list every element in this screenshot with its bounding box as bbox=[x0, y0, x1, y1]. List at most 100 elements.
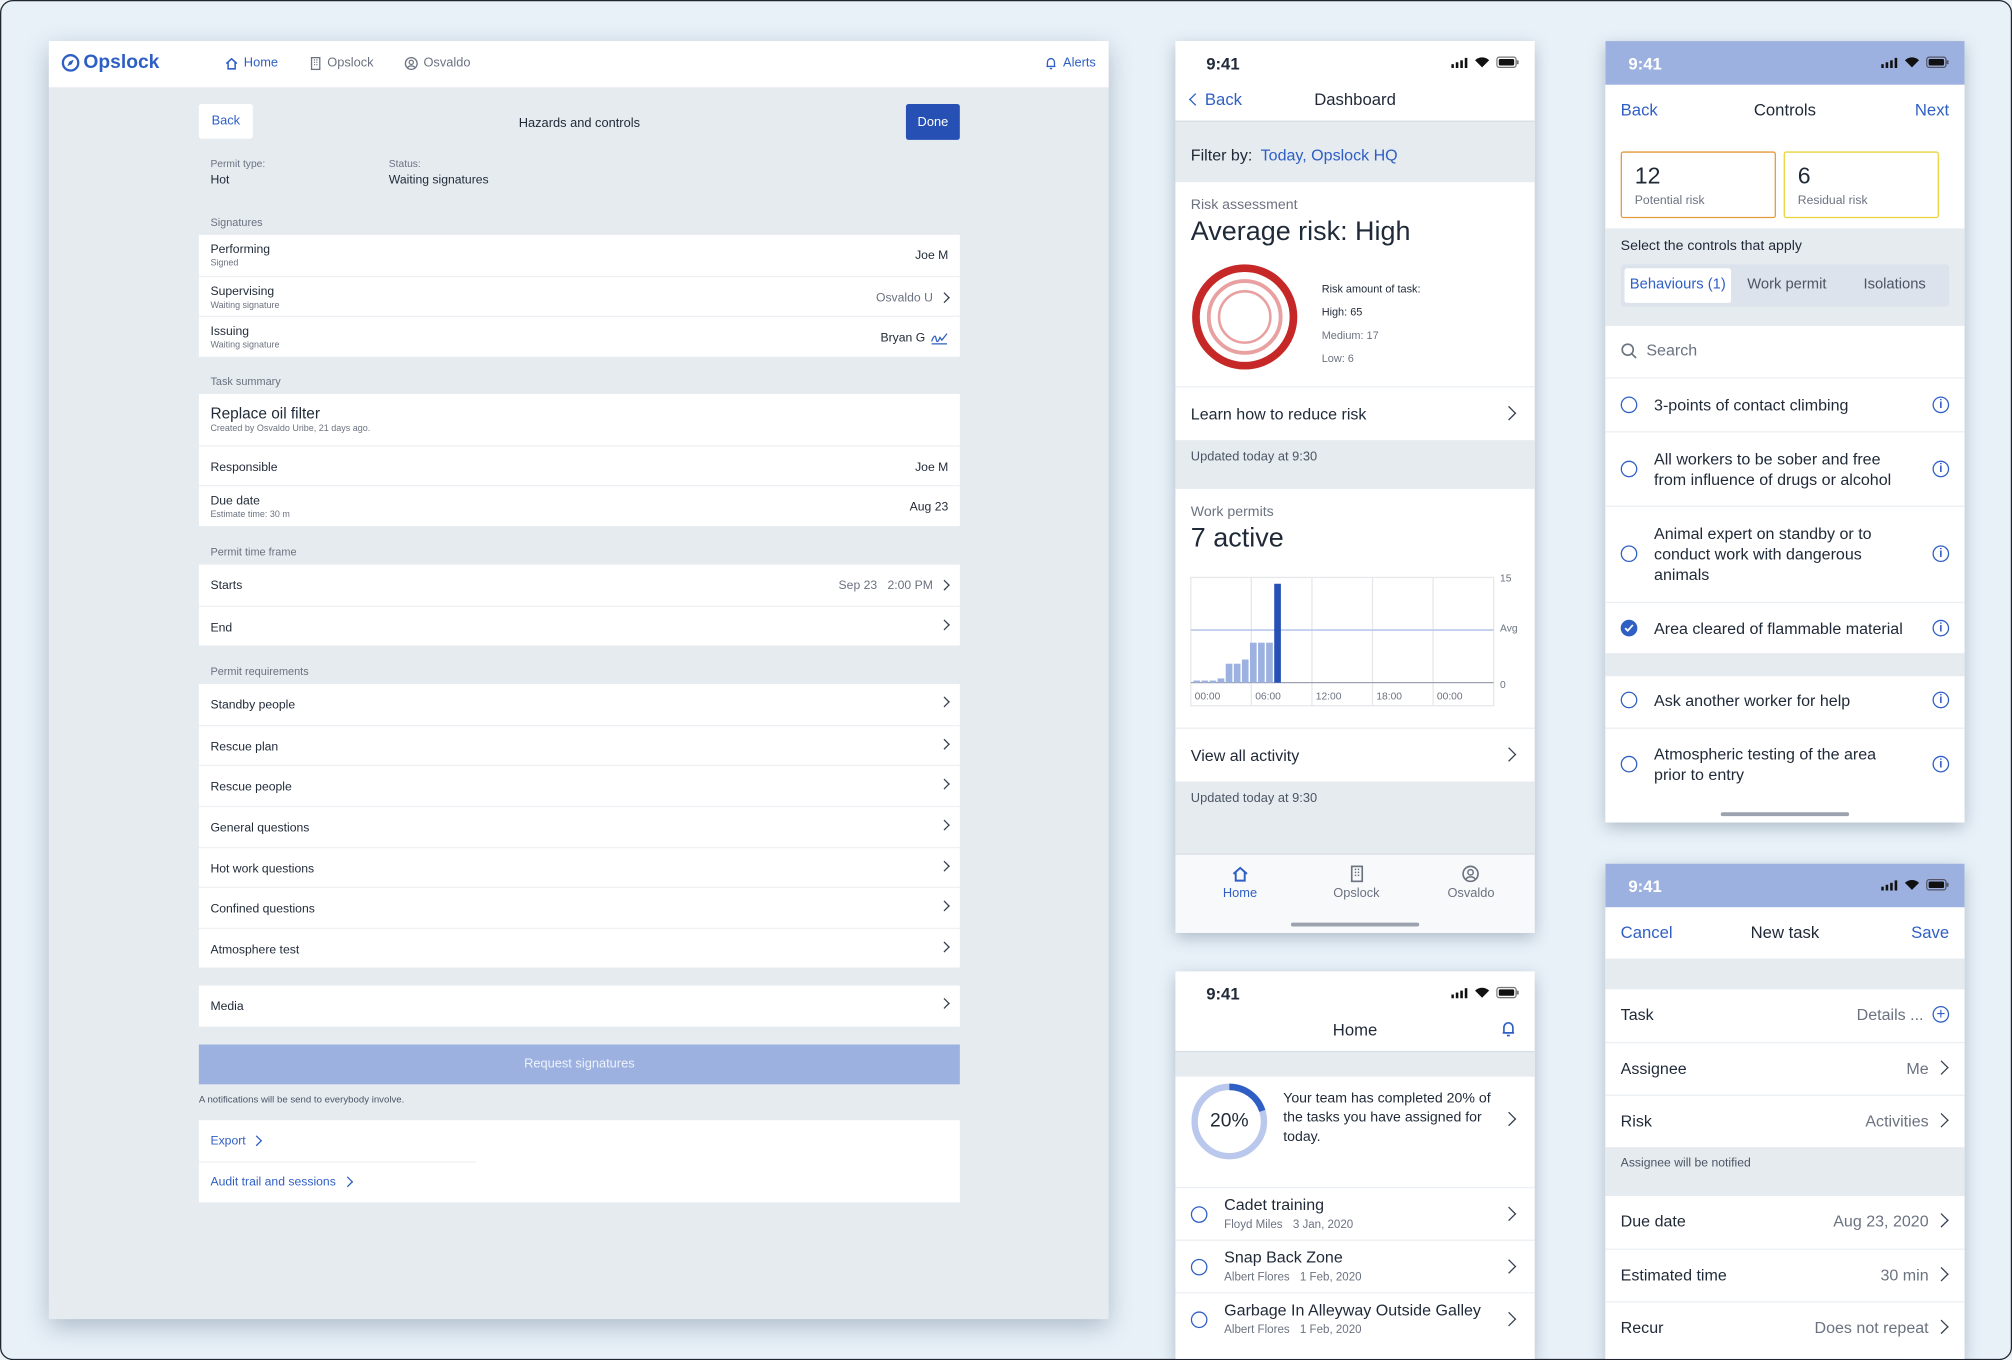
radio-icon[interactable] bbox=[1620, 545, 1638, 563]
info-icon[interactable]: i bbox=[1932, 396, 1950, 414]
risk-field[interactable]: Risk Activities bbox=[1605, 1094, 1965, 1148]
requirement-row[interactable]: General questions bbox=[198, 805, 960, 847]
control-item[interactable]: 3-points of contact climbing i bbox=[1605, 377, 1965, 431]
task-summary-heading: Task summary bbox=[210, 374, 281, 388]
search-input[interactable]: Search bbox=[1646, 341, 1697, 359]
radio-icon[interactable] bbox=[1620, 755, 1638, 773]
compass-icon bbox=[61, 53, 80, 72]
field-label: Recur bbox=[1620, 1319, 1664, 1338]
save-button[interactable]: Save bbox=[1911, 923, 1949, 942]
signature-icon[interactable] bbox=[930, 332, 948, 345]
control-item[interactable]: Atmospheric testing of the area prior to… bbox=[1605, 727, 1965, 802]
clock: 9:41 bbox=[1206, 53, 1240, 74]
chart-bar bbox=[1209, 680, 1217, 683]
status-bar: 9:41 bbox=[1605, 41, 1965, 85]
media-row[interactable]: Media bbox=[199, 986, 960, 1027]
tab-behaviours[interactable]: Behaviours (1) bbox=[1624, 268, 1732, 303]
task-person: Floyd Miles bbox=[1224, 1217, 1283, 1231]
radio-icon[interactable] bbox=[1620, 460, 1638, 478]
signature-row-issuing[interactable]: Issuing Waiting signature Bryan G bbox=[198, 315, 960, 357]
export-link[interactable]: Export bbox=[210, 1134, 263, 1148]
control-label: Ask another worker for help bbox=[1654, 691, 1851, 710]
bell-icon[interactable] bbox=[1500, 1020, 1517, 1038]
tab-osvaldo[interactable]: Osvaldo bbox=[1447, 865, 1495, 901]
tab-work-permit[interactable]: Work permit bbox=[1734, 268, 1841, 303]
nav-home[interactable]: Home bbox=[225, 56, 278, 71]
end-row[interactable]: End bbox=[198, 605, 960, 646]
requirement-row[interactable]: Rescue plan bbox=[198, 724, 960, 766]
request-signatures-button[interactable]: Request signatures bbox=[198, 1044, 960, 1085]
view-activity-row[interactable]: View all activity bbox=[1175, 727, 1535, 782]
brand-logo[interactable]: Opslock bbox=[61, 51, 160, 73]
next-button[interactable]: Next bbox=[1915, 100, 1949, 119]
nav-opslock[interactable]: Opslock bbox=[309, 56, 374, 71]
task-row[interactable]: Snap Back Zone Albert Flores 1 Feb, 2020 bbox=[1175, 1239, 1535, 1293]
risk-amount-label: Risk amount of task: bbox=[1321, 282, 1421, 296]
tab-home[interactable]: Home bbox=[1223, 865, 1257, 901]
battery-icon bbox=[1496, 986, 1519, 999]
checked-radio-icon[interactable] bbox=[1620, 619, 1638, 637]
due-date-field[interactable]: Due date Aug 23, 2020 bbox=[1605, 1196, 1964, 1249]
field-label: Assignee bbox=[1620, 1059, 1687, 1078]
building-icon bbox=[1350, 865, 1363, 883]
clock: 9:41 bbox=[1628, 53, 1662, 74]
control-item[interactable]: Ask another worker for help i bbox=[1605, 676, 1964, 727]
due-date-row[interactable]: Due date Estimate time: 30 m Aug 23 bbox=[198, 485, 960, 527]
task-field[interactable]: Task Details ... + bbox=[1605, 989, 1964, 1042]
task-row[interactable]: Cadet training Floyd Miles 3 Jan, 2020 bbox=[1175, 1186, 1535, 1240]
task-person: Albert Flores bbox=[1224, 1322, 1290, 1336]
tab-bar: Home Opslock Osvaldo bbox=[1175, 853, 1535, 933]
info-icon[interactable]: i bbox=[1932, 619, 1950, 637]
requirement-row[interactable]: Atmosphere test bbox=[198, 927, 960, 968]
requirement-row[interactable]: Confined questions bbox=[198, 886, 960, 928]
x-tick-label: 00:00 bbox=[1195, 691, 1221, 702]
tab-opslock[interactable]: Opslock bbox=[1333, 865, 1380, 901]
add-icon[interactable]: + bbox=[1932, 1006, 1950, 1023]
radio-icon[interactable] bbox=[1620, 396, 1638, 414]
radio-icon[interactable] bbox=[1190, 1258, 1208, 1276]
responsible-row[interactable]: Responsible Joe M bbox=[198, 444, 960, 486]
cellular-icon bbox=[1451, 987, 1468, 998]
control-item[interactable]: Animal expert on standby or to conduct w… bbox=[1605, 505, 1965, 602]
control-item[interactable]: All workers to be sober and free from in… bbox=[1605, 431, 1965, 505]
info-icon[interactable]: i bbox=[1932, 460, 1950, 478]
signature-status: Waiting signature bbox=[210, 301, 280, 311]
requirement-row[interactable]: Rescue people bbox=[198, 765, 960, 806]
alerts-link[interactable]: Alerts bbox=[1045, 56, 1096, 71]
requirement-label: Atmosphere test bbox=[210, 942, 300, 957]
tab-isolations[interactable]: Isolations bbox=[1841, 268, 1948, 303]
nav-osvaldo[interactable]: Osvaldo bbox=[404, 56, 471, 71]
done-button[interactable]: Done bbox=[905, 103, 960, 140]
audit-link[interactable]: Audit trail and sessions bbox=[210, 1175, 353, 1189]
task-details-input[interactable]: Details ... bbox=[1857, 1006, 1924, 1024]
learn-risk-row[interactable]: Learn how to reduce risk bbox=[1175, 386, 1535, 440]
progress-row[interactable]: 20% Your team has completed 20% of the t… bbox=[1175, 1077, 1534, 1160]
field-label: Due date bbox=[1620, 1212, 1686, 1231]
assignee-field[interactable]: Assignee Me bbox=[1605, 1041, 1965, 1095]
filter-bar[interactable]: Filter by: Today, Opslock HQ bbox=[1175, 120, 1535, 183]
dashboard-nav: Back Dashboard bbox=[1175, 85, 1534, 121]
signature-row-performing[interactable]: Performing Signed Joe M bbox=[199, 235, 960, 276]
info-icon[interactable]: i bbox=[1932, 691, 1950, 709]
chevron-right-icon bbox=[938, 941, 950, 953]
task-row[interactable]: Garbage In Alleyway Outside Galley Alber… bbox=[1175, 1292, 1535, 1345]
starts-label: Starts bbox=[210, 578, 243, 593]
status-bar: 9:41 bbox=[1605, 863, 1965, 908]
info-icon[interactable]: i bbox=[1932, 545, 1950, 563]
radio-icon[interactable] bbox=[1190, 1311, 1208, 1329]
signature-person: Osvaldo U bbox=[875, 290, 933, 305]
starts-row[interactable]: Starts Sep 23 2:00 PM bbox=[199, 565, 960, 606]
task-name-row[interactable]: Replace oil filter Created by Osvaldo Uri… bbox=[199, 394, 960, 445]
control-item-selected[interactable]: Area cleared of flammable material i bbox=[1605, 601, 1965, 653]
tab-label: Home bbox=[1222, 886, 1258, 901]
signature-row-supervising[interactable]: Supervising Waiting signature Osvaldo U bbox=[198, 275, 960, 316]
radio-icon[interactable] bbox=[1620, 691, 1638, 709]
estimated-time-field[interactable]: Estimated time 30 min bbox=[1605, 1248, 1965, 1302]
requirement-row[interactable]: Hot work questions bbox=[198, 846, 960, 887]
requirement-label: Standby people bbox=[210, 698, 296, 713]
radio-icon[interactable] bbox=[1190, 1206, 1208, 1223]
recur-field[interactable]: Recur Does not repeat bbox=[1605, 1301, 1965, 1354]
search-row[interactable]: Search bbox=[1605, 326, 1964, 377]
info-icon[interactable]: i bbox=[1932, 755, 1950, 773]
requirement-row[interactable]: Standby people bbox=[199, 684, 960, 725]
